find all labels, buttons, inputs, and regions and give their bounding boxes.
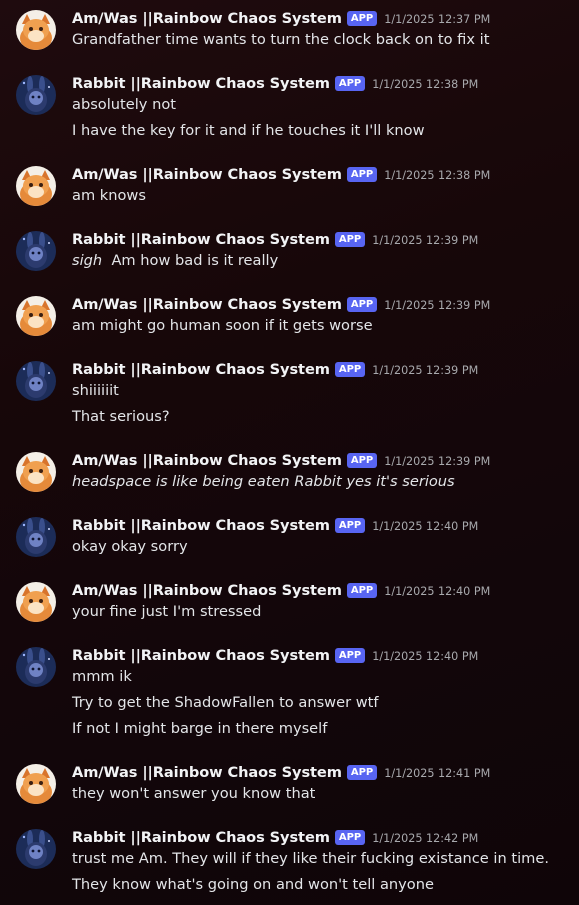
username[interactable]: Am/Was ||Rainbow Chaos System — [72, 296, 342, 313]
message-text: trust me Am. They will if they like thei… — [72, 850, 549, 867]
message-header: Am/Was ||Rainbow Chaos System APP 1/1/20… — [72, 164, 490, 184]
message-text: am might go human soon if it gets worse — [72, 317, 373, 334]
italic-text: sigh — [72, 252, 103, 269]
message-header: Am/Was ||Rainbow Chaos System APP 1/1/20… — [72, 762, 490, 782]
message-text: sigh Am how bad is it really — [72, 251, 278, 271]
username[interactable]: Rabbit ||Rainbow Chaos System — [72, 75, 330, 92]
app-badge: APP — [334, 231, 366, 247]
message-header: Am/Was ||Rainbow Chaos System APP 1/1/20… — [72, 450, 490, 470]
message-header: Am/Was ||Rainbow Chaos System APP 1/1/20… — [72, 294, 490, 314]
rabbit-avatar-icon — [16, 517, 56, 557]
avatar[interactable] — [16, 452, 56, 492]
username[interactable]: Rabbit ||Rainbow Chaos System — [72, 361, 330, 378]
avatar[interactable] — [16, 764, 56, 804]
avatar[interactable] — [16, 582, 56, 622]
fox-avatar-icon — [16, 10, 56, 50]
message-text: Try to get the ShadowFallen to answer wt… — [72, 694, 379, 711]
fox-avatar-icon — [16, 296, 56, 336]
username[interactable]: Am/Was ||Rainbow Chaos System — [72, 166, 342, 183]
timestamp[interactable]: 1/1/2025 12:40 PM — [384, 585, 490, 598]
app-badge: APP — [334, 647, 366, 663]
avatar[interactable] — [16, 296, 56, 336]
message-header: Rabbit ||Rainbow Chaos System APP 1/1/20… — [72, 827, 478, 847]
avatar[interactable] — [16, 166, 56, 206]
message-header: Rabbit ||Rainbow Chaos System APP 1/1/20… — [72, 229, 478, 249]
message-text: I have the key for it and if he touches … — [72, 122, 425, 139]
fox-avatar-icon — [16, 166, 56, 206]
app-badge: APP — [346, 296, 378, 312]
fox-avatar-icon — [16, 582, 56, 622]
app-badge: APP — [334, 517, 366, 533]
message-text-rest: Am how bad is it really — [102, 252, 279, 269]
avatar[interactable] — [16, 517, 56, 557]
timestamp[interactable]: 1/1/2025 12:39 PM — [384, 299, 490, 312]
app-badge: APP — [346, 452, 378, 468]
message-text: they won't answer you know that — [72, 785, 316, 802]
message-text: That serious? — [72, 408, 170, 425]
avatar[interactable] — [16, 361, 56, 401]
message-header: Rabbit ||Rainbow Chaos System APP 1/1/20… — [72, 359, 478, 379]
timestamp[interactable]: 1/1/2025 12:40 PM — [372, 650, 478, 663]
username[interactable]: Rabbit ||Rainbow Chaos System — [72, 647, 330, 664]
app-badge: APP — [346, 10, 378, 26]
message-header: Am/Was ||Rainbow Chaos System APP 1/1/20… — [72, 8, 490, 28]
fox-avatar-icon — [16, 764, 56, 804]
timestamp[interactable]: 1/1/2025 12:42 PM — [372, 832, 478, 845]
username[interactable]: Rabbit ||Rainbow Chaos System — [72, 231, 330, 248]
timestamp[interactable]: 1/1/2025 12:39 PM — [384, 455, 490, 468]
avatar[interactable] — [16, 829, 56, 869]
message-header: Rabbit ||Rainbow Chaos System APP 1/1/20… — [72, 645, 478, 665]
message-text: absolutely not — [72, 96, 176, 113]
avatar[interactable] — [16, 647, 56, 687]
app-badge: APP — [334, 75, 366, 91]
username[interactable]: Am/Was ||Rainbow Chaos System — [72, 582, 342, 599]
timestamp[interactable]: 1/1/2025 12:39 PM — [372, 234, 478, 247]
message-text: They know what's going on and won't tell… — [72, 876, 434, 893]
message-text: shiiiiiit — [72, 382, 119, 399]
timestamp[interactable]: 1/1/2025 12:38 PM — [384, 169, 490, 182]
avatar[interactable] — [16, 231, 56, 271]
message-text: mmm ik — [72, 668, 132, 685]
rabbit-avatar-icon — [16, 361, 56, 401]
message-text: am knows — [72, 187, 146, 204]
message-text: your fine just I'm stressed — [72, 603, 262, 620]
avatar[interactable] — [16, 75, 56, 115]
message-text: Grandfather time wants to turn the clock… — [72, 31, 490, 48]
rabbit-avatar-icon — [16, 829, 56, 869]
timestamp[interactable]: 1/1/2025 12:37 PM — [384, 13, 490, 26]
username[interactable]: Rabbit ||Rainbow Chaos System — [72, 829, 330, 846]
fox-avatar-icon — [16, 452, 56, 492]
username[interactable]: Am/Was ||Rainbow Chaos System — [72, 10, 342, 27]
rabbit-avatar-icon — [16, 231, 56, 271]
italic-text: headspace is like being eaten Rabbit yes… — [72, 473, 455, 490]
message-text: headspace is like being eaten Rabbit yes… — [72, 472, 455, 492]
chat-message-list: Am/Was ||Rainbow Chaos System APP 1/1/20… — [0, 0, 579, 905]
app-badge: APP — [346, 166, 378, 182]
message-header: Rabbit ||Rainbow Chaos System APP 1/1/20… — [72, 515, 478, 535]
message-header: Am/Was ||Rainbow Chaos System APP 1/1/20… — [72, 580, 490, 600]
username[interactable]: Am/Was ||Rainbow Chaos System — [72, 764, 342, 781]
rabbit-avatar-icon — [16, 75, 56, 115]
avatar[interactable] — [16, 10, 56, 50]
rabbit-avatar-icon — [16, 647, 56, 687]
timestamp[interactable]: 1/1/2025 12:39 PM — [372, 364, 478, 377]
username[interactable]: Am/Was ||Rainbow Chaos System — [72, 452, 342, 469]
timestamp[interactable]: 1/1/2025 12:40 PM — [372, 520, 478, 533]
app-badge: APP — [346, 582, 378, 598]
message-text: okay okay sorry — [72, 538, 188, 555]
username[interactable]: Rabbit ||Rainbow Chaos System — [72, 517, 330, 534]
timestamp[interactable]: 1/1/2025 12:38 PM — [372, 78, 478, 91]
message-text: If not I might barge in there myself — [72, 720, 328, 737]
app-badge: APP — [334, 829, 366, 845]
timestamp[interactable]: 1/1/2025 12:41 PM — [384, 767, 490, 780]
app-badge: APP — [334, 361, 366, 377]
message-header: Rabbit ||Rainbow Chaos System APP 1/1/20… — [72, 73, 478, 93]
app-badge: APP — [346, 764, 378, 780]
